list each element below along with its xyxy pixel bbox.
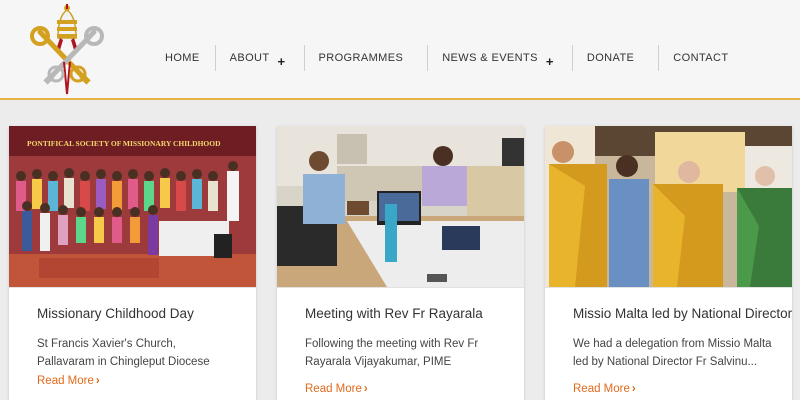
nav-label: DONATE xyxy=(586,52,635,64)
site-header: HOME ABOUT + PROGRAMMES NEWS & EVENTS + … xyxy=(0,0,800,100)
chevron-right-icon: › xyxy=(363,383,368,395)
card-excerpt: St Francis Xavier's Church, Pallavaram i… xyxy=(37,338,210,368)
card-body: Missionary Childhood Day St Francis Xavi… xyxy=(9,287,256,400)
card-title[interactable]: Meeting with Rev Fr Rayarala xyxy=(305,306,504,321)
read-more-label: Read More xyxy=(37,375,94,387)
card-photo-children-group[interactable]: PONTIFICAL SOCIETY OF MISSIONARY CHILDHO… xyxy=(9,126,256,287)
read-more-label: Read More xyxy=(573,383,630,395)
nav-item-programmes[interactable]: PROGRAMMES xyxy=(303,45,428,71)
read-more-link[interactable]: Read More › xyxy=(305,383,368,395)
nav-item-contact[interactable]: CONTACT xyxy=(658,45,743,71)
news-card[interactable]: Meeting with Rev Fr Rayarala Following t… xyxy=(277,126,524,400)
nav-item-news-events[interactable]: NEWS & EVENTS + xyxy=(427,45,572,71)
card-title[interactable]: Missionary Childhood Day xyxy=(37,306,236,321)
card-title[interactable]: Missio Malta led by National Director xyxy=(573,306,792,321)
card-body: Missio Malta led by National Director We… xyxy=(545,287,792,400)
banner-text: PONTIFICAL SOCIETY OF MISSIONARY CHILDHO… xyxy=(27,139,221,148)
card-excerpt: Following the meeting with Rev Fr Rayara… xyxy=(305,338,479,368)
nav-label: NEWS & EVENTS xyxy=(442,52,538,64)
nav-label: HOME xyxy=(165,52,200,64)
nav-label: CONTACT xyxy=(673,52,729,64)
plus-icon[interactable]: + xyxy=(278,54,286,69)
read-more-label: Read More xyxy=(305,383,362,395)
chevron-right-icon: › xyxy=(95,375,100,387)
card-photo-delegation[interactable] xyxy=(545,126,792,287)
read-more-link[interactable]: Read More › xyxy=(573,383,636,395)
news-card[interactable]: Missio Malta led by National Director We… xyxy=(545,126,792,400)
chevron-right-icon: › xyxy=(631,383,636,395)
news-card[interactable]: PONTIFICAL SOCIETY OF MISSIONARY CHILDHO… xyxy=(9,126,256,400)
nav-label: PROGRAMMES xyxy=(318,52,404,64)
nav-label: ABOUT xyxy=(229,52,270,64)
nav-item-home[interactable]: HOME xyxy=(150,45,215,71)
read-more-link[interactable]: Read More › xyxy=(37,375,100,387)
papal-emblem-logo[interactable] xyxy=(30,4,104,96)
card-photo-meeting[interactable] xyxy=(277,126,524,287)
news-cards: PONTIFICAL SOCIETY OF MISSIONARY CHILDHO… xyxy=(0,102,800,400)
card-excerpt: We had a delegation from Missio Malta le… xyxy=(573,338,772,368)
plus-icon[interactable]: + xyxy=(546,54,554,69)
nav-item-about[interactable]: ABOUT + xyxy=(214,45,304,71)
card-body: Meeting with Rev Fr Rayarala Following t… xyxy=(277,287,524,400)
main-nav: HOME ABOUT + PROGRAMMES NEWS & EVENTS + … xyxy=(150,44,743,72)
nav-item-donate[interactable]: DONATE xyxy=(571,45,658,71)
